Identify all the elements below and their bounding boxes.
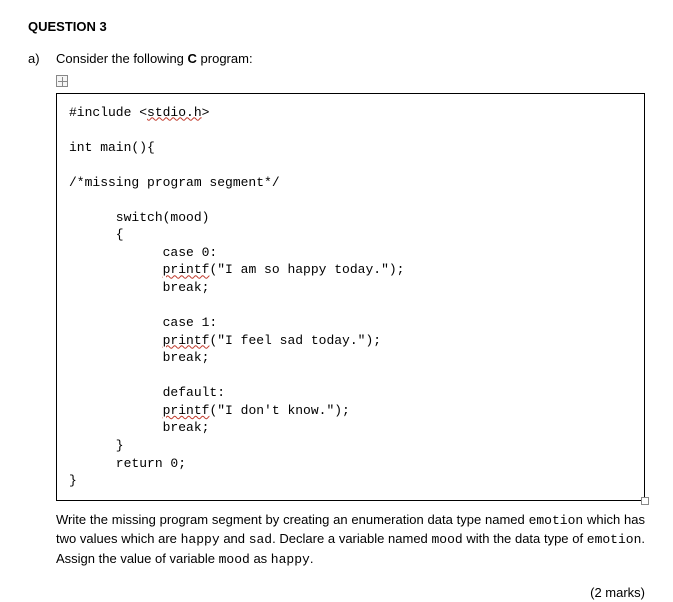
intro-post: program:	[197, 51, 253, 66]
code-line: case 1:	[69, 315, 217, 330]
code-line	[69, 403, 163, 418]
resize-handle-icon[interactable]	[641, 497, 649, 505]
intro-text: Consider the following C program:	[56, 50, 645, 68]
code-line: ("I am so happy today.");	[209, 262, 404, 277]
instr-text: . Declare a variable named	[272, 531, 431, 546]
move-handle-icon[interactable]	[56, 75, 68, 87]
instr-code: happy	[271, 552, 310, 567]
intro-pre: Consider the following	[56, 51, 188, 66]
instr-text: .	[310, 551, 314, 566]
code-line: int main(){	[69, 140, 155, 155]
code-line: >	[202, 105, 210, 120]
code-line: break;	[69, 420, 209, 435]
instr-text: as	[250, 551, 271, 566]
code-squiggle: printf	[163, 403, 210, 418]
instr-code: mood	[431, 532, 462, 547]
code-line	[69, 333, 163, 348]
instr-code: sad	[249, 532, 272, 547]
code-line: ("I don't know.");	[209, 403, 349, 418]
code-line	[69, 262, 163, 277]
instr-code: mood	[219, 552, 250, 567]
instr-text: with the data type of	[463, 531, 587, 546]
code-line: }	[69, 473, 77, 488]
code-line: /*missing program segment*/	[69, 175, 280, 190]
code-line: {	[69, 227, 124, 242]
instr-text: and	[220, 531, 249, 546]
code-line: }	[69, 438, 124, 453]
instr-text: Write the missing program segment by cre…	[56, 512, 529, 527]
question-title: QUESTION 3	[28, 18, 645, 36]
instr-code: emotion	[587, 532, 642, 547]
instr-code: happy	[181, 532, 220, 547]
code-line: case 0:	[69, 245, 217, 260]
code-line: ("I feel sad today.");	[209, 333, 381, 348]
code-line: #include <	[69, 105, 147, 120]
code-line: default:	[69, 385, 225, 400]
part-label: a)	[28, 50, 46, 68]
intro-bold: C	[188, 51, 197, 66]
marks-label: (2 marks)	[28, 584, 645, 602]
code-line: break;	[69, 350, 209, 365]
code-line: switch(mood)	[69, 210, 209, 225]
instruction-text: Write the missing program segment by cre…	[56, 511, 645, 571]
part-row: a) Consider the following C program:	[28, 50, 645, 68]
code-squiggle: printf	[163, 333, 210, 348]
code-squiggle: stdio.h	[147, 105, 202, 120]
code-squiggle: printf	[163, 262, 210, 277]
code-box: #include <stdio.h> int main(){ /*missing…	[56, 93, 645, 501]
code-line: return 0;	[69, 456, 186, 471]
code-line: break;	[69, 280, 209, 295]
instr-code: emotion	[529, 513, 584, 528]
